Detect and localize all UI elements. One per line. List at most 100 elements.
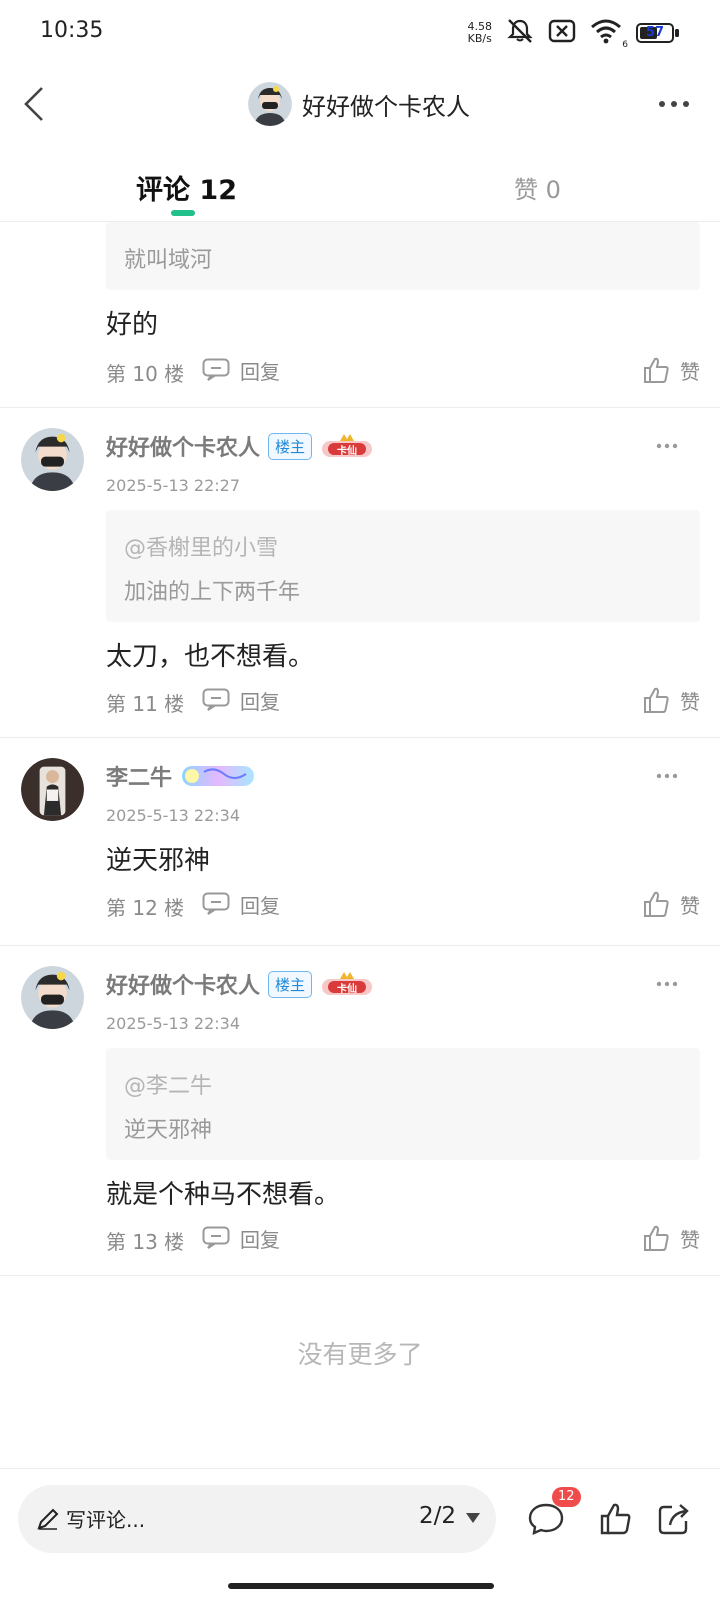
username[interactable]: 好好做个卡农人: [106, 430, 260, 462]
comment-footer: 第 10 楼 回复 赞: [106, 352, 700, 388]
like-button[interactable]: 赞: [642, 352, 700, 388]
share-button[interactable]: [652, 1497, 696, 1541]
comment-count-badge: 12: [552, 1487, 581, 1507]
comment-footer: 第 11 楼 回复 赞: [106, 682, 700, 718]
share-icon: [658, 1504, 689, 1535]
comment-user-row: 好好做个卡农人 楼主 卡仙: [106, 430, 374, 462]
username[interactable]: 李二牛: [106, 760, 172, 792]
reply-button[interactable]: 回复: [202, 1220, 280, 1256]
comment-more-button[interactable]: [650, 766, 684, 786]
tab-likes-count: 0: [545, 176, 561, 204]
quote-text: 加油的上下两千年: [124, 580, 301, 605]
signal-sub: 6: [622, 40, 628, 50]
net-speed: 4.58 KB/s: [468, 21, 493, 45]
like-post-button[interactable]: [594, 1497, 638, 1541]
floor-label: 第 11 楼: [106, 692, 185, 716]
thumb-up-icon: [644, 357, 669, 383]
like-label: 赞: [680, 893, 700, 918]
more-button[interactable]: [654, 86, 694, 122]
comment-item: 好好做个卡农人 楼主 卡仙 2025-5-13 22:27 @香榭里的小雪 加油…: [0, 408, 720, 738]
comment-footer: 第 13 楼 回复 赞: [106, 1220, 700, 1256]
thumb-up-icon: [600, 1503, 631, 1535]
reply-label: 回复: [240, 359, 280, 384]
like-label: 赞: [680, 359, 700, 384]
pen-icon: [37, 1508, 59, 1530]
nav-bar: 好好做个卡农人: [0, 66, 720, 142]
caret-down-icon[interactable]: [466, 1513, 480, 1523]
thumb-up-icon: [644, 1225, 669, 1251]
tabs: 评论 12 赞 0: [0, 142, 720, 222]
mute-icon: [506, 18, 534, 48]
comment-input-placeholder: 写评论...: [66, 1508, 146, 1532]
comment-input[interactable]: 写评论... 2/2: [18, 1485, 496, 1553]
tab-likes[interactable]: 赞 0: [514, 170, 561, 205]
like-button[interactable]: 赞: [642, 886, 700, 922]
home-indicator[interactable]: [228, 1583, 494, 1589]
comment-item: 好好做个卡农人 楼主 卡仙 2025-5-13 22:34 @李二牛 逆天邪神 …: [0, 946, 720, 1276]
comment-more-button[interactable]: [650, 436, 684, 456]
tab-comments-count: 12: [199, 175, 237, 206]
page-title: 好好做个卡农人: [302, 92, 470, 121]
quote-block: @香榭里的小雪 加油的上下两千年: [106, 510, 700, 622]
quote-user: @香榭里的小雪: [124, 536, 279, 561]
comment-footer: 第 12 楼 回复 赞: [106, 886, 700, 922]
quote-user: @李二牛: [124, 1074, 213, 1099]
like-button[interactable]: 赞: [642, 1220, 700, 1256]
floor-label: 第 13 楼: [106, 1230, 185, 1254]
bottom-bar: 写评论... 2/2 12: [0, 1468, 720, 1600]
comment-time: 2025-5-13 22:34: [106, 806, 240, 825]
username[interactable]: 好好做个卡农人: [106, 968, 260, 1000]
battery-level: 57: [645, 25, 665, 40]
comment-list: 就叫域河 好的 第 10 楼 回复 赞 好好做个卡农人 楼主 卡仙 2025-5…: [0, 222, 720, 1276]
chevron-left-icon: [24, 87, 43, 121]
back-button[interactable]: [14, 80, 54, 128]
medal-badge: 卡仙: [320, 431, 374, 461]
page-indicator[interactable]: 2/2: [419, 1503, 456, 1529]
reply-button[interactable]: 回复: [202, 886, 280, 922]
like-label: 赞: [680, 1227, 700, 1252]
nav-title-group[interactable]: 好好做个卡农人: [248, 78, 470, 130]
more-icon: [656, 981, 678, 987]
floor-label: 第 10 楼: [106, 362, 185, 386]
more-icon: [659, 101, 689, 107]
thumb-up-icon: [644, 891, 669, 917]
avatar[interactable]: [21, 966, 84, 1029]
quote-text: 就叫域河: [124, 248, 213, 273]
header-avatar[interactable]: [248, 82, 292, 126]
reply-icon: [202, 1226, 230, 1249]
quote-block: @李二牛 逆天邪神: [106, 1048, 700, 1160]
quote-text: 逆天邪神: [124, 1118, 213, 1143]
reply-icon: [202, 358, 230, 381]
floor-label: 第 12 楼: [106, 896, 185, 920]
status-time: 10:35: [40, 18, 104, 43]
avatar[interactable]: [21, 758, 84, 821]
medal-text: 卡仙: [337, 446, 358, 457]
thumb-up-icon: [644, 687, 669, 713]
reply-label: 回复: [240, 893, 280, 918]
comment-body: 好的: [106, 310, 159, 340]
more-icon: [656, 443, 678, 449]
reply-icon: [202, 892, 230, 915]
reply-label: 回复: [240, 689, 280, 714]
no-more-text: 没有更多了: [297, 1340, 423, 1369]
tab-comments[interactable]: 评论 12: [136, 168, 237, 207]
op-badge: 楼主: [268, 970, 313, 998]
reply-icon: [202, 688, 230, 711]
avatar[interactable]: [21, 428, 84, 491]
medal-badge: 卡仙: [320, 969, 374, 999]
reply-button[interactable]: 回复: [202, 352, 280, 388]
comment-body: 逆天邪神: [106, 846, 211, 876]
no-sim-icon: [548, 19, 576, 47]
like-button[interactable]: 赞: [642, 682, 700, 718]
tab-likes-label: 赞: [514, 176, 538, 204]
status-icons: 4.58 KB/s 6 57: [468, 18, 681, 50]
wifi-icon: 6: [590, 18, 628, 50]
net-speed-unit: KB/s: [467, 32, 492, 45]
comment-user-row: 李二牛: [106, 760, 256, 792]
comment-body: 就是个种马不想看。: [106, 1180, 341, 1210]
status-bar: 10:35 4.58 KB/s 6 57: [0, 0, 720, 66]
comment-body: 太刀，也不想看。: [106, 642, 315, 672]
comment-time: 2025-5-13 22:27: [106, 476, 240, 495]
comment-more-button[interactable]: [650, 974, 684, 994]
reply-button[interactable]: 回复: [202, 682, 280, 718]
